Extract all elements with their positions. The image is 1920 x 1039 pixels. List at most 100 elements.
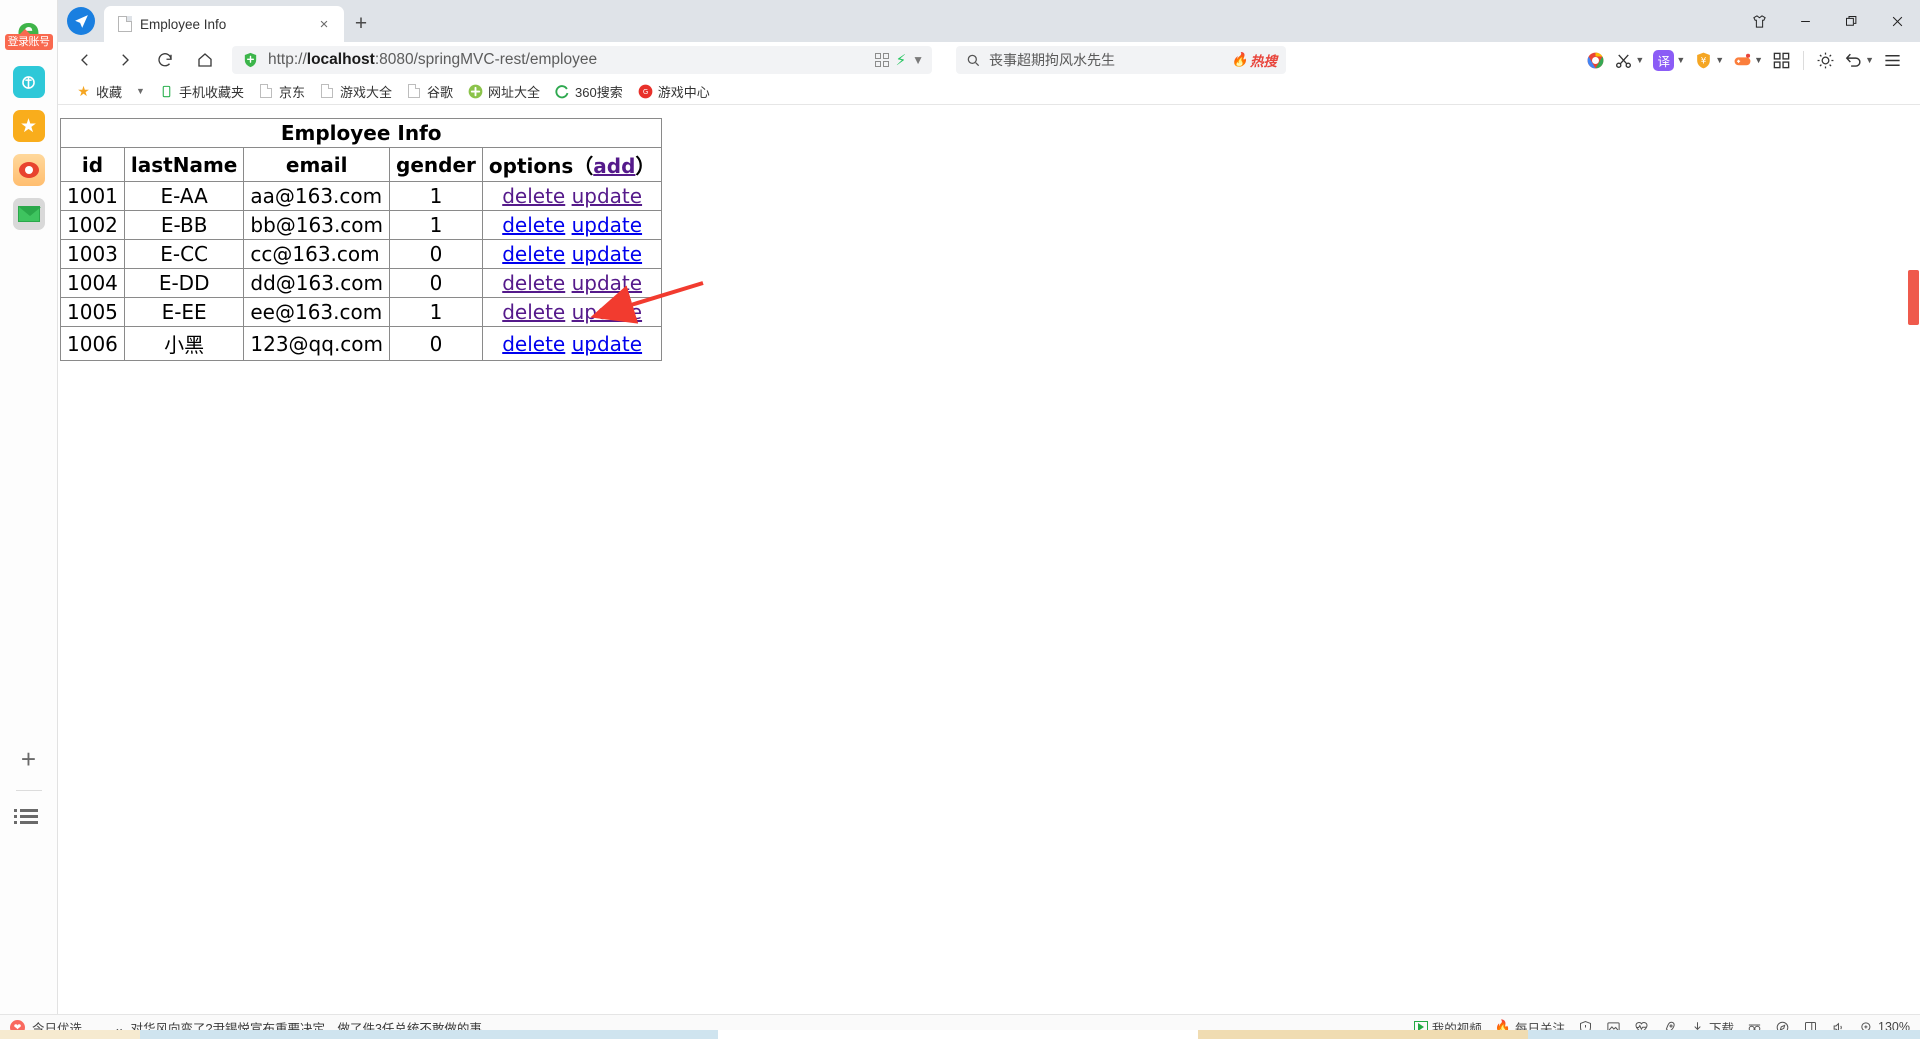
back-button[interactable] (66, 44, 104, 76)
bookmark-label: 谷歌 (426, 84, 453, 100)
sidebar-add-button[interactable]: + (21, 746, 36, 772)
game-controller-icon[interactable]: ▼ (1729, 44, 1767, 76)
star-icon: ★ (77, 82, 90, 99)
delete-link[interactable]: delete (502, 184, 565, 208)
page-viewport: Employee Info id lastName email gender o… (58, 105, 1920, 1014)
search-bar[interactable]: 丧事超期拘风水先生 🔥 热搜 (956, 46, 1286, 74)
chevron-down-icon[interactable]: ▼ (912, 53, 924, 67)
apps-grid-icon[interactable] (1768, 44, 1795, 76)
chrome-circle-icon[interactable] (1582, 44, 1609, 76)
page-scrollbar[interactable] (1906, 105, 1920, 1014)
bookmark-favorites[interactable]: ★ 收藏 (70, 80, 128, 103)
col-header-email: email (243, 147, 391, 182)
lightning-icon[interactable]: ⚡ (896, 53, 907, 68)
cell-email: ee@163.com (243, 297, 391, 327)
delete-link[interactable]: delete (502, 332, 565, 356)
brightness-icon[interactable] (1812, 44, 1839, 76)
sidebar-item-mail[interactable] (12, 198, 45, 230)
cell-id: 1006 (60, 326, 125, 361)
home-button[interactable] (186, 44, 224, 76)
restore-button[interactable] (1828, 0, 1874, 42)
table-row: 1001 E-AA aa@163.com 1 delete update (60, 181, 663, 211)
update-link[interactable]: update (572, 213, 642, 237)
update-link[interactable]: update (572, 242, 642, 266)
flame-icon: 🔥 (1231, 52, 1248, 67)
bookmark-label: 游戏大全 (339, 84, 392, 100)
sidebar-list-button[interactable] (13, 809, 38, 824)
cell-lastname: E-CC (123, 239, 245, 269)
hot-search-badge[interactable]: 🔥 热搜 (1231, 50, 1277, 70)
back-icon (81, 54, 88, 66)
reload-button[interactable] (146, 44, 184, 76)
paper-plane-icon (67, 7, 95, 35)
search-input[interactable]: 丧事超期拘风水先生 (989, 50, 1223, 70)
bookmark-label: 收藏 (96, 84, 123, 100)
star-icon: ★ (19, 115, 38, 137)
game-center-icon: G (638, 84, 653, 99)
bookmark-360-search[interactable]: 360搜索 (549, 80, 629, 103)
address-bar-row: http://localhost:8080/springMVC-rest/emp… (58, 42, 1920, 78)
delete-link[interactable]: delete (502, 271, 565, 295)
undo-icon[interactable]: ▼ (1840, 44, 1878, 76)
table-row: 1006 小黑 123@qq.com 0 delete update (60, 326, 663, 361)
cell-email: dd@163.com (243, 268, 391, 298)
delete-link[interactable]: delete (502, 213, 565, 237)
browser-logo[interactable]: e 登录账号 (4, 8, 53, 54)
close-button[interactable] (1874, 0, 1920, 42)
bookmark-mobile-favorites[interactable]: 手机收藏夹 (153, 80, 250, 103)
cell-id: 1002 (60, 210, 125, 240)
forward-button[interactable] (106, 44, 144, 76)
qr-code-icon[interactable] (874, 52, 890, 68)
svg-text:G: G (643, 88, 648, 96)
yen-shield-icon[interactable]: ¥ ▼ (1690, 44, 1728, 76)
url-bar[interactable]: http://localhost:8080/springMVC-rest/emp… (232, 46, 932, 74)
cell-id: 1004 (60, 268, 125, 298)
delete-link[interactable]: delete (502, 242, 565, 266)
doc-icon (408, 84, 421, 98)
update-link[interactable]: update (572, 184, 642, 208)
update-link[interactable]: update (572, 271, 642, 295)
tab-employee-info[interactable]: Employee Info × (104, 6, 344, 42)
translate-icon[interactable]: 译 ▼ (1649, 44, 1689, 76)
bookmark-games[interactable]: 游戏大全 (314, 80, 398, 103)
scissors-icon[interactable]: ▼ (1610, 44, 1648, 76)
mail-icon (17, 206, 41, 222)
sidebar-item-weibo[interactable] (12, 154, 45, 186)
minimize-button[interactable] (1782, 0, 1828, 42)
scrollbar-thumb[interactable] (1908, 270, 1919, 325)
browser-nav-logo-button[interactable] (58, 0, 104, 42)
bookmark-game-center[interactable]: G 游戏中心 (632, 80, 716, 103)
bookmark-hao123[interactable]: 网址大全 (462, 80, 546, 103)
bookmark-label: 游戏中心 (657, 84, 710, 100)
update-link[interactable]: update (572, 332, 642, 356)
doc-icon (321, 84, 334, 98)
cell-lastname: 小黑 (123, 326, 245, 361)
svg-text:¥: ¥ (1701, 56, 1707, 66)
cell-lastname: E-AA (123, 181, 245, 211)
table-row: 1002 E-BB bb@163.com 1 delete update (60, 210, 663, 240)
cell-options: delete update (481, 239, 663, 269)
cell-email: bb@163.com (243, 210, 391, 240)
phone-bookmark-icon (159, 84, 174, 99)
sidebar-item-favorites[interactable]: ★ (12, 110, 45, 142)
login-badge[interactable]: 登录账号 (4, 29, 53, 50)
cell-gender: 1 (389, 297, 483, 327)
delete-link[interactable]: delete (502, 300, 565, 324)
chevron-down-icon: ▼ (1635, 55, 1645, 65)
shirt-icon[interactable] (1736, 0, 1782, 42)
home-icon (198, 53, 212, 67)
dock-top-group: e 登录账号 ★ (4, 0, 53, 230)
bookmark-jd[interactable]: 京东 (253, 80, 311, 103)
chevron-down-icon[interactable]: ▼ (131, 86, 150, 96)
list-icon (13, 809, 38, 812)
hamburger-menu-icon[interactable] (1879, 44, 1906, 76)
url-actions: ⚡ ▼ (874, 52, 926, 68)
add-link[interactable]: add (593, 154, 635, 178)
close-icon[interactable]: × (314, 14, 334, 34)
sidebar-item-cloud[interactable] (12, 66, 45, 98)
page-icon (118, 16, 132, 32)
chevron-down-icon: ▼ (1754, 55, 1764, 65)
new-tab-button[interactable]: + (344, 6, 378, 42)
bookmark-google[interactable]: 谷歌 (401, 80, 459, 103)
update-link[interactable]: update (572, 300, 642, 324)
